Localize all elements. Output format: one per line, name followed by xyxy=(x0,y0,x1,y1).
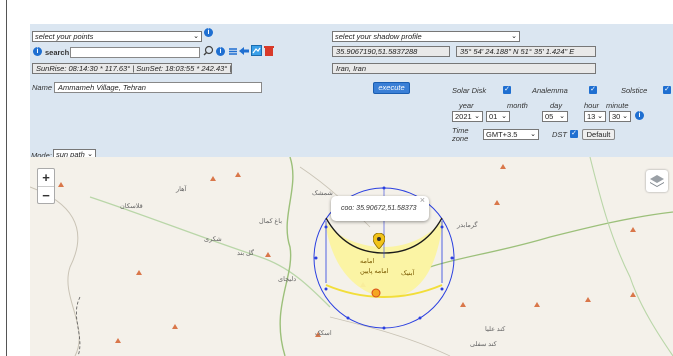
solstice-label: Solstice xyxy=(621,86,648,95)
minute-value: 30 xyxy=(612,112,621,121)
zoom-in-button[interactable]: + xyxy=(38,169,54,186)
location-display: Iran, Iran xyxy=(332,63,596,74)
year-label: year xyxy=(459,101,474,110)
popup-text: coo: 35.90672,51.58373 xyxy=(341,205,417,212)
dst-label: DST xyxy=(552,130,567,139)
chevron-down-icon: ⌄ xyxy=(559,113,565,120)
month-select[interactable]: 01 ⌄ xyxy=(486,111,510,122)
delete-icon[interactable] xyxy=(264,45,274,58)
image-icon[interactable] xyxy=(251,45,262,58)
year-value: 2021 xyxy=(455,112,472,121)
info-icon[interactable]: i xyxy=(33,47,42,56)
sun-path-diagram xyxy=(313,186,455,330)
map-canvas[interactable]: قلاسکان آهار شکری گل بند باغ کمال شمشک د… xyxy=(30,157,673,356)
layers-button[interactable] xyxy=(646,170,668,192)
month-label: month xyxy=(507,101,528,110)
close-icon[interactable]: × xyxy=(420,188,425,213)
solar-disk-label: Solar Disk xyxy=(452,86,487,95)
coordinates-dms: 35° 54' 24.188" N 51° 35' 1.424" E xyxy=(456,46,596,57)
list-icon[interactable] xyxy=(228,46,238,58)
time-zone-label: Time zone xyxy=(452,127,469,143)
month-value: 01 xyxy=(489,112,498,121)
location-pin-icon[interactable] xyxy=(373,233,385,249)
dst-checkbox[interactable]: ✓ xyxy=(570,130,578,138)
hour-select[interactable]: 13 ⌄ xyxy=(584,111,606,122)
name-label: Name xyxy=(32,83,53,92)
info-icon[interactable]: i xyxy=(635,111,644,120)
chevron-down-icon: ⌄ xyxy=(622,113,628,120)
shadow-profile-select[interactable]: select your shadow profile ⌄ xyxy=(332,31,520,42)
execute-button[interactable]: execute xyxy=(373,82,410,94)
chevron-down-icon: ⌄ xyxy=(474,113,480,120)
year-select[interactable]: 2021 ⌄ xyxy=(452,111,483,122)
sun-position-marker xyxy=(371,288,381,298)
hour-label: hour xyxy=(584,101,600,110)
shadow-profile-value: select your shadow profile xyxy=(335,32,422,41)
layers-icon xyxy=(650,175,664,187)
chevron-down-icon: ⌄ xyxy=(530,131,536,138)
points-select[interactable]: select your points ⌄ xyxy=(32,31,202,42)
timezone-value: GMT+3.5 xyxy=(486,130,518,139)
zone-label: zone xyxy=(452,134,469,143)
search-input[interactable] xyxy=(70,47,200,58)
day-select[interactable]: 05 ⌄ xyxy=(542,111,568,122)
day-label: day xyxy=(550,101,563,110)
chevron-down-icon: ⌄ xyxy=(193,33,199,40)
search-label: search xyxy=(45,48,70,57)
info-icon[interactable]: i xyxy=(204,28,213,37)
minute-select[interactable]: 30 ⌄ xyxy=(609,111,631,122)
chevron-down-icon: ⌄ xyxy=(501,113,507,120)
arrow-left-icon[interactable] xyxy=(239,46,249,58)
day-value: 05 xyxy=(545,112,554,121)
solar-disk-checkbox[interactable]: ✓ xyxy=(503,86,511,94)
zoom-control: + − xyxy=(37,168,55,204)
sun-info: SunRise: 08:14:30 * 117.63° | SunSet: 18… xyxy=(32,63,232,74)
points-select-value: select your points xyxy=(35,32,94,41)
map-place-label: آبنیک xyxy=(401,270,415,277)
zoom-out-button[interactable]: − xyxy=(38,187,54,204)
solstice-checkbox[interactable]: ✓ xyxy=(663,86,671,94)
timezone-select[interactable]: GMT+3.5 ⌄ xyxy=(483,129,539,140)
info-icon[interactable]: i xyxy=(216,47,225,56)
name-input[interactable]: Ammameh Village, Tehran xyxy=(54,82,262,93)
analemma-label: Analemma xyxy=(532,86,568,95)
window-left-border xyxy=(6,0,7,356)
minute-label: minute xyxy=(606,101,629,110)
default-button[interactable]: Default xyxy=(582,129,615,140)
chevron-down-icon: ⌄ xyxy=(597,113,603,120)
coordinates-decimal: 35.9067190,51.5837288 xyxy=(332,46,450,57)
analemma-checkbox[interactable]: ✓ xyxy=(589,86,597,94)
map-place-label: امامه xyxy=(360,258,375,265)
coordinate-popup: coo: 35.90672,51.58373 × xyxy=(331,195,429,221)
chevron-down-icon: ⌄ xyxy=(511,33,517,40)
hour-value: 13 xyxy=(587,112,596,121)
search-icon[interactable] xyxy=(203,45,214,58)
map-place-label: امامه پایین xyxy=(360,268,389,275)
